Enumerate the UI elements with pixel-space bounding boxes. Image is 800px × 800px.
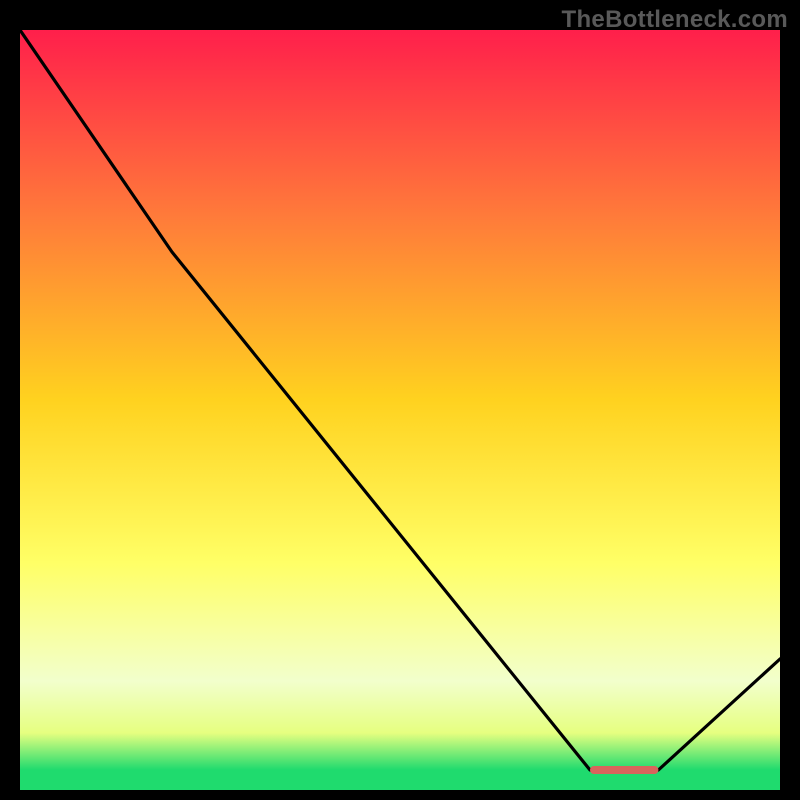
bottleneck-chart: [20, 30, 780, 790]
gradient-background: [20, 30, 780, 770]
watermark-text: TheBottleneck.com: [562, 6, 788, 34]
optimal-marker: [590, 766, 658, 774]
chart-frame: TheBottleneck.com: [0, 0, 800, 800]
gradient-base-strip: [20, 770, 780, 790]
